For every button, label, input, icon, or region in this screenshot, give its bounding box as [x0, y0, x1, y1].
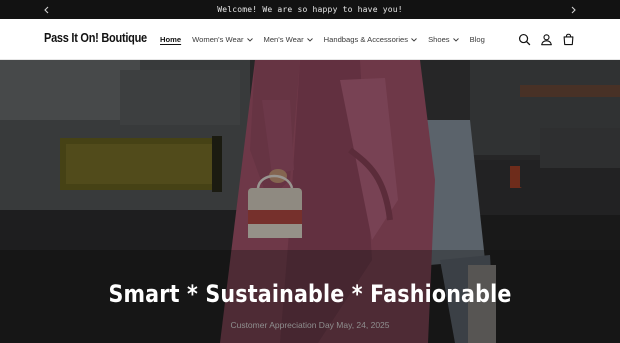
site-logo[interactable]: Pass It On! Boutique — [44, 31, 147, 45]
nav-item-shoes[interactable]: Shoes — [428, 19, 459, 60]
chevron-down-icon — [246, 37, 253, 42]
chevron-down-icon — [306, 37, 313, 42]
hero-title: Smart * Sustainable * Fashionable — [108, 280, 512, 308]
nav-item-mens-wear[interactable]: Men's Wear — [264, 19, 313, 60]
chevron-down-icon — [411, 37, 417, 42]
chevron-left-icon[interactable] — [38, 0, 54, 19]
main-nav: Home Women's Wear Men's Wear Handbags & … — [160, 19, 496, 60]
account-icon[interactable] — [535, 29, 557, 51]
nav-item-womens-wear[interactable]: Women's Wear — [192, 19, 253, 60]
announcement-bar: Welcome! We are so happy to have you! — [0, 0, 620, 19]
site-header: Pass It On! Boutique Home Women's Wear M… — [0, 19, 620, 60]
chevron-right-icon[interactable] — [565, 0, 581, 19]
nav-item-label: Handbags & Accessories — [323, 35, 409, 44]
announcement-text: Welcome! We are so happy to have you! — [217, 5, 403, 14]
nav-item-home[interactable]: Home — [160, 19, 181, 60]
header-icons — [513, 19, 579, 60]
search-icon[interactable] — [513, 29, 535, 51]
nav-item-label: Blog — [469, 35, 485, 44]
nav-item-handbags-accessories[interactable]: Handbags & Accessories — [324, 19, 417, 60]
nav-item-blog[interactable]: Blog — [470, 19, 485, 60]
hero-subtitle: Customer Appreciation Day May, 24, 2025 — [230, 320, 390, 330]
cart-icon[interactable] — [557, 29, 579, 51]
nav-item-label: Women's Wear — [192, 35, 244, 44]
chevron-down-icon — [452, 37, 459, 42]
nav-item-label: Men's Wear — [263, 35, 304, 44]
hero-banner: Smart * Sustainable * Fashionable Custom… — [0, 60, 620, 343]
nav-item-label: Home — [160, 35, 182, 44]
nav-item-label: Shoes — [428, 35, 450, 44]
